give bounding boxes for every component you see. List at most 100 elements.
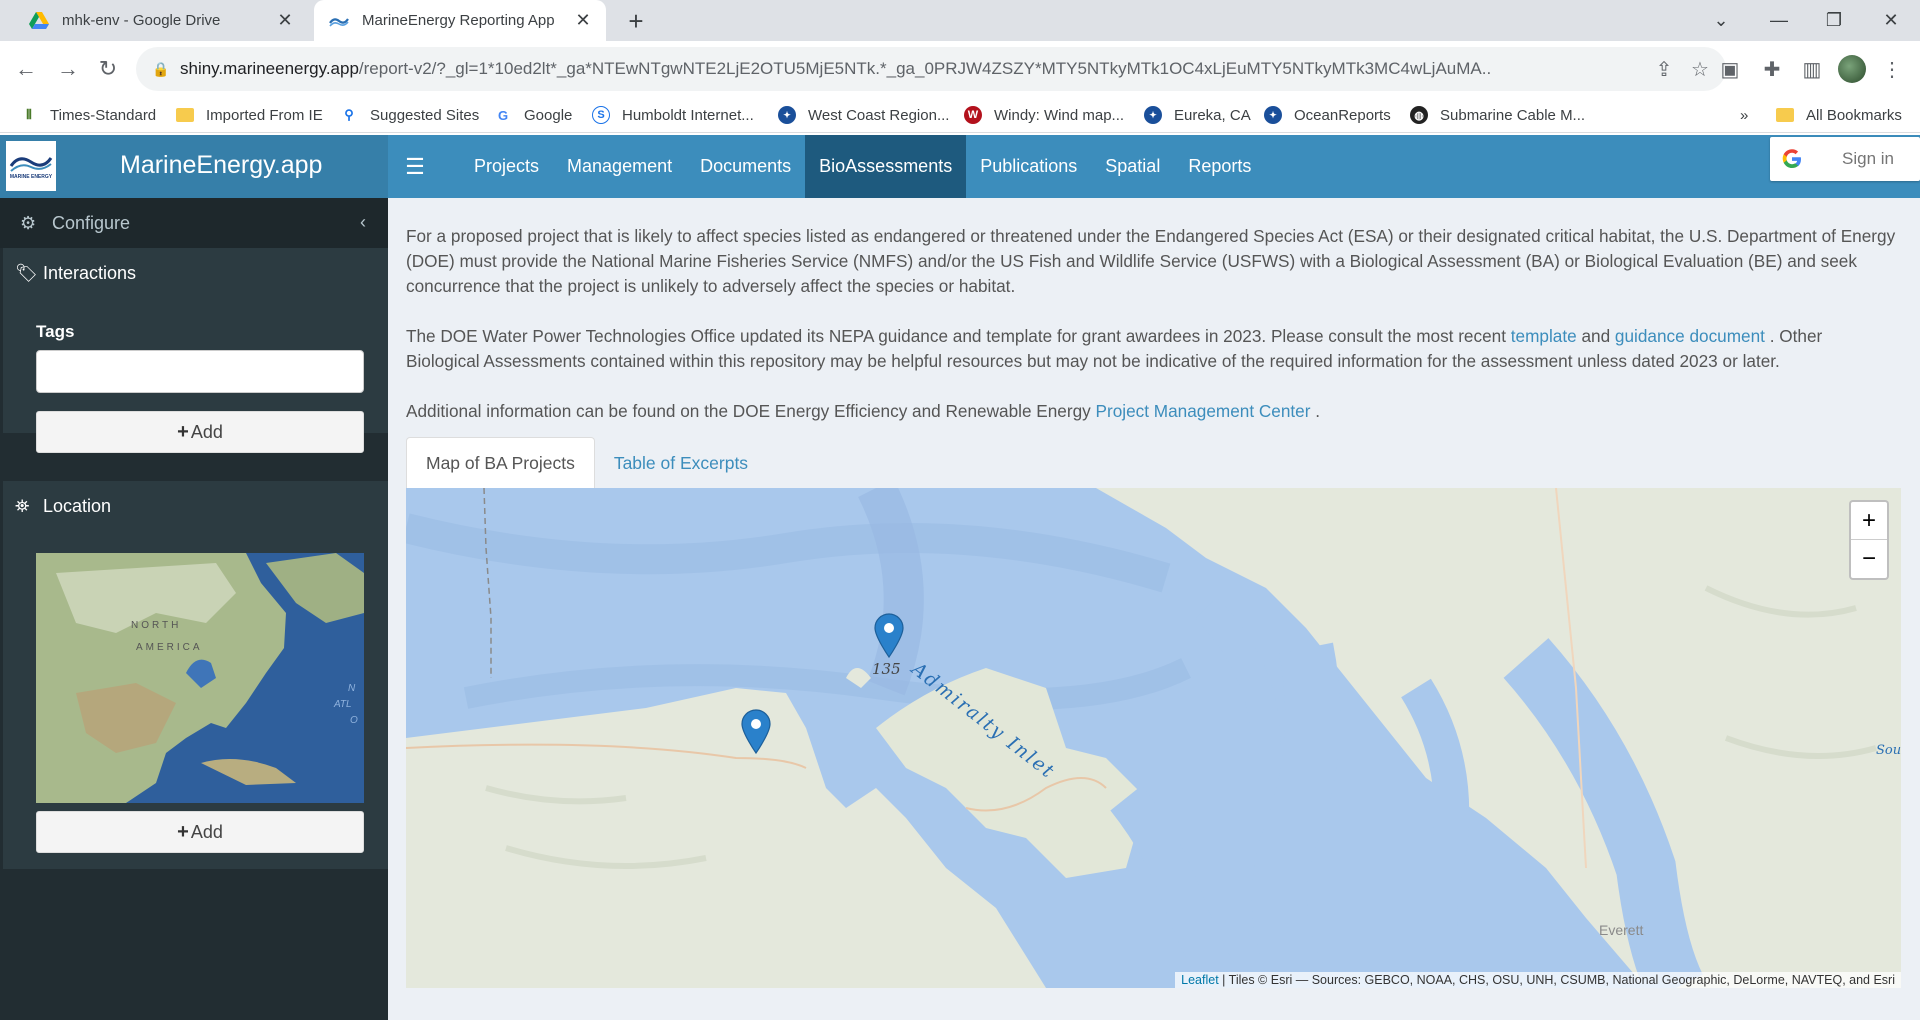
bookmark-label: OceanReports xyxy=(1294,106,1391,124)
google-icon xyxy=(1780,147,1804,171)
url-text[interactable]: shiny.marineenergy.app/report-v2/?_gl=1*… xyxy=(180,59,1646,79)
bookmark-label: Windy: Wind map... xyxy=(994,106,1125,124)
url-path: /report-v2/?_gl=1*10ed2lt*_ga*NTEwNTgwNT… xyxy=(358,59,1492,78)
noaa-icon: ✦ xyxy=(1264,106,1282,124)
puzzle-extensions-icon[interactable]: ✚ xyxy=(1754,51,1790,87)
chevron-left-icon[interactable]: ‹ xyxy=(360,212,366,233)
add-location-button[interactable]: + Add xyxy=(36,811,364,853)
reload-icon[interactable]: ↻ xyxy=(90,51,126,87)
bookmark-imported-from-ie[interactable]: Imported From IE xyxy=(176,103,323,127)
overflow-chevron-icon: » xyxy=(1740,106,1749,124)
leaflet-link[interactable]: Leaflet xyxy=(1181,973,1219,987)
all-bookmarks[interactable]: All Bookmarks xyxy=(1776,103,1902,127)
bookmark-humboldt[interactable]: S Humboldt Internet... xyxy=(592,103,754,127)
marker-label: 135 xyxy=(872,660,901,678)
bookmarks-overflow[interactable]: » xyxy=(1740,103,1748,127)
extension-icon[interactable]: ▣ xyxy=(1712,51,1748,87)
marine-energy-logo: MARINE ENERGY xyxy=(6,141,56,191)
map-marker-icon: ⛯ xyxy=(15,495,30,516)
guidance-document-link[interactable]: guidance document xyxy=(1615,326,1765,346)
close-icon[interactable]: ✕ xyxy=(272,8,298,34)
bookmark-google[interactable]: G Google xyxy=(494,103,572,127)
guidance-text-2: and xyxy=(1576,326,1615,346)
bookmark-windy[interactable]: W Windy: Wind map... xyxy=(964,103,1124,127)
maximize-icon[interactable]: ❐ xyxy=(1805,0,1863,41)
tab-map-of-ba-projects[interactable]: Map of BA Projects xyxy=(406,437,595,489)
address-bar[interactable]: 🔒 shiny.marineenergy.app/report-v2/?_gl=… xyxy=(136,47,1726,91)
configure-label: Configure xyxy=(52,212,131,233)
logo-text: MARINE ENERGY xyxy=(9,174,53,180)
nav-management[interactable]: Management xyxy=(553,135,686,198)
back-icon[interactable]: ← xyxy=(8,51,44,87)
bookmark-label: Eureka, CA xyxy=(1174,106,1251,124)
bookmark-submarine-cable[interactable]: ◍ Submarine Cable M... xyxy=(1410,103,1585,127)
configure-header[interactable]: ⚙ Configure ‹ xyxy=(0,198,388,248)
plus-icon: + xyxy=(177,420,189,443)
close-icon[interactable]: ✕ xyxy=(570,8,596,34)
project-marker[interactable] xyxy=(741,709,771,755)
tab-search-chevron-icon[interactable]: ⌄ xyxy=(1692,0,1750,41)
nav-publications[interactable]: Publications xyxy=(966,135,1091,198)
new-tab-icon[interactable]: + xyxy=(620,5,652,37)
url-host: shiny.marineenergy.app xyxy=(180,59,359,78)
interactions-section: 🏷 Interactions Tags + Add xyxy=(0,248,388,453)
browser-tab-drive[interactable]: mhk-env - Google Drive ✕ xyxy=(14,0,308,41)
zoom-in-button[interactable]: + xyxy=(1851,502,1887,540)
add-tags-button[interactable]: + Add xyxy=(36,411,364,453)
location-label: Location xyxy=(43,495,112,516)
guidance-paragraph: The DOE Water Power Technologies Office … xyxy=(406,324,1898,374)
bookmark-label: West Coast Region... xyxy=(808,106,950,124)
template-link[interactable]: template xyxy=(1511,326,1577,346)
interactions-header[interactable]: 🏷 Interactions xyxy=(3,248,388,298)
kebab-menu-icon[interactable]: ⋮ xyxy=(1874,51,1910,87)
bookmark-oceanreports[interactable]: ✦ OceanReports xyxy=(1264,103,1391,127)
tags-label: Tags xyxy=(36,322,75,341)
mini-map-atlantic-label-3: O xyxy=(350,715,358,726)
tags-input[interactable] xyxy=(36,350,364,393)
location-mini-map[interactable]: NORTH AMERICA N ATL O xyxy=(36,553,364,803)
add-label: Add xyxy=(190,421,223,442)
nav-reports[interactable]: Reports xyxy=(1174,135,1265,198)
google-drive-icon xyxy=(28,10,50,32)
bookmark-eureka[interactable]: ✦ Eureka, CA xyxy=(1144,103,1251,127)
add-label: Add xyxy=(190,821,223,842)
share-icon[interactable]: ⇪ xyxy=(1646,51,1682,87)
brand-title[interactable]: MarineEnergy.app xyxy=(120,151,322,180)
zoom-out-button[interactable]: − xyxy=(1851,540,1887,578)
noaa-icon: ✦ xyxy=(1144,106,1162,124)
windy-icon: W xyxy=(964,106,982,124)
everett-label: Everett xyxy=(1599,922,1644,938)
search-icon: ⚲ xyxy=(344,107,354,122)
side-panel-icon[interactable]: ▥ xyxy=(1794,51,1830,87)
bookmark-suggested-sites[interactable]: ⚲ Suggested Sites xyxy=(340,103,479,127)
nav-bioassessments[interactable]: BioAssessments xyxy=(805,135,967,198)
bookmark-west-coast-region[interactable]: ✦ West Coast Region... xyxy=(778,103,949,127)
app-header: MARINE ENERGY MarineEnergy.app ☰ Project… xyxy=(0,135,1920,198)
bookmark-times-standard[interactable]: ⫴ Times-Standard xyxy=(20,103,156,127)
window-close-icon[interactable]: ✕ xyxy=(1862,0,1920,41)
sidebar-toggle-icon[interactable]: ☰ xyxy=(396,135,434,198)
location-header[interactable]: ⛯ Location xyxy=(3,481,388,531)
intro-paragraph: For a proposed project that is likely to… xyxy=(406,226,1896,296)
tags-icon: 🏷 xyxy=(15,262,38,283)
main-content: For a proposed project that is likely to… xyxy=(388,198,1920,1020)
project-management-center-link[interactable]: Project Management Center xyxy=(1096,401,1311,421)
google-icon: G xyxy=(497,107,509,123)
forward-icon[interactable]: → xyxy=(50,51,86,87)
browser-tab-marineenergy[interactable]: MarineEnergy Reporting App ✕ xyxy=(314,0,606,41)
brand[interactable]: MARINE ENERGY MarineEnergy.app xyxy=(0,135,388,198)
minimize-icon[interactable]: — xyxy=(1750,0,1808,41)
mini-map-america-label: AMERICA xyxy=(136,642,203,653)
project-marker[interactable] xyxy=(874,613,904,659)
google-signin-button[interactable]: Sign in xyxy=(1770,137,1920,181)
tab-table-of-excerpts[interactable]: Table of Excerpts xyxy=(595,437,767,489)
nav-projects[interactable]: Projects xyxy=(460,135,553,198)
ba-projects-map[interactable]: Admiralty Inlet Sou Everett 135 + − Leaf… xyxy=(406,488,1901,988)
map-zoom-control: + − xyxy=(1849,500,1889,580)
profile-avatar[interactable] xyxy=(1834,51,1870,87)
map-attribution: Leaflet | Tiles © Esri — Sources: GEBCO,… xyxy=(1175,972,1901,988)
gears-icon: ⚙ xyxy=(20,212,37,233)
map-table-tabs: Map of BA Projects Table of Excerpts xyxy=(406,437,767,489)
nav-documents[interactable]: Documents xyxy=(686,135,805,198)
nav-spatial[interactable]: Spatial xyxy=(1091,135,1174,198)
